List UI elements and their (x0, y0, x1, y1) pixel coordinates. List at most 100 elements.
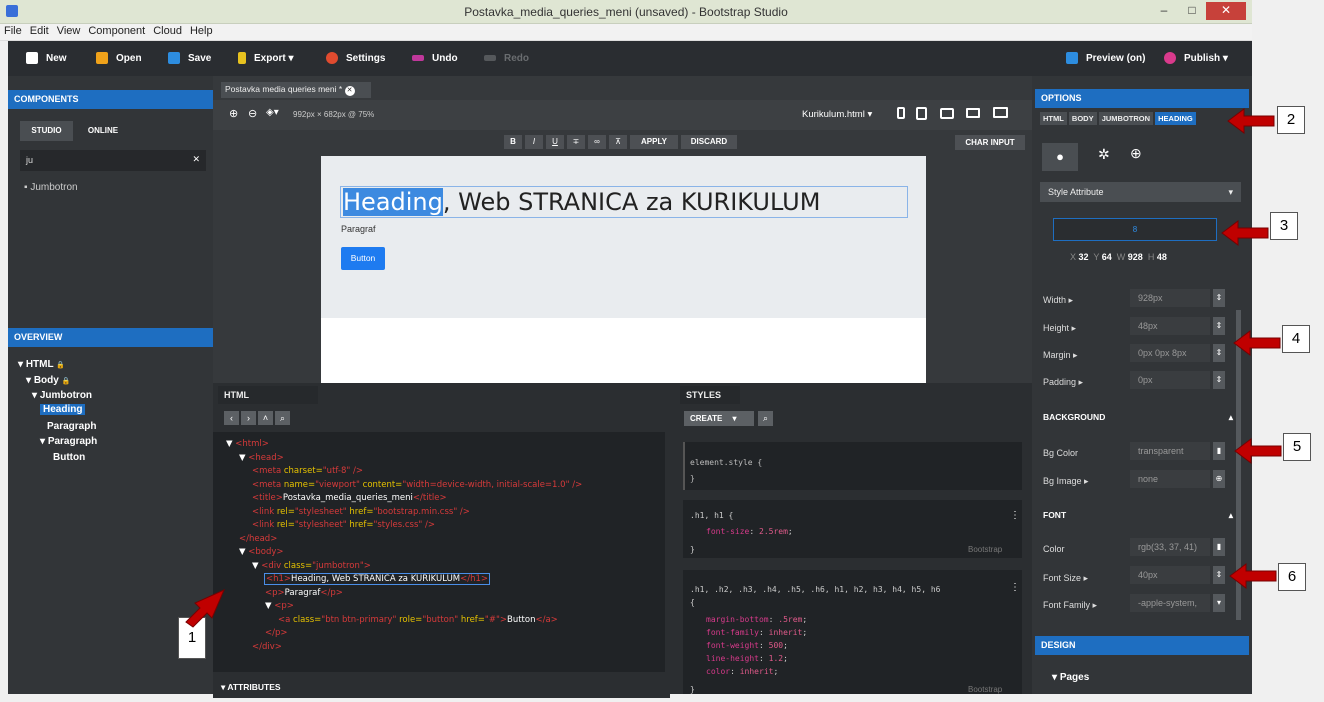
device-phone-landscape-icon[interactable] (916, 107, 927, 120)
breadcrumb-html[interactable]: HTML (1040, 112, 1067, 125)
margin-field[interactable]: 0px 0px 8px (1130, 344, 1210, 362)
padding-stepper[interactable]: ⇕ (1213, 371, 1225, 389)
code-line[interactable]: </div> (252, 642, 282, 652)
minimize-button[interactable]: – (1150, 2, 1178, 20)
device-desktop-icon[interactable] (993, 107, 1008, 118)
editor-tab[interactable]: Postavka media queries meni * ✕ (221, 82, 371, 98)
discard-button[interactable]: DISCARD (681, 135, 737, 149)
gear-icon[interactable]: ✲ (1098, 146, 1110, 163)
width-stepper[interactable]: ⇕ (1213, 289, 1225, 307)
padding-field[interactable]: 0px (1130, 371, 1210, 389)
styles-search-icon[interactable]: ⌕ (758, 411, 773, 426)
export-button[interactable]: Export ▾ (238, 41, 293, 76)
jumbotron-preview[interactable] (321, 156, 926, 318)
tree-item-html[interactable]: ▾ HTML 🔒 (18, 359, 65, 370)
menu-view[interactable]: View (53, 24, 85, 38)
code-line[interactable]: ▼ <html> (226, 439, 269, 449)
breadcrumb-jumbotron[interactable]: JUMBOTRON (1098, 112, 1154, 125)
char-input-button[interactable]: CHAR INPUT (955, 135, 1025, 150)
code-line[interactable]: <p>Paragraf</p> (265, 588, 343, 598)
publish-button[interactable]: Publish ▾ (1164, 41, 1228, 76)
code-line[interactable]: ▼ <body> (239, 547, 284, 557)
menu-cloud[interactable]: Cloud (149, 24, 186, 38)
device-laptop-icon[interactable] (966, 108, 980, 118)
font-color-field[interactable]: rgb(33, 37, 41) (1130, 538, 1210, 556)
background-section-header[interactable]: BACKGROUND ▴ (1043, 412, 1233, 422)
tree-item-paragraph-2[interactable]: ▾ Paragraph (40, 436, 97, 447)
zoom-out-icon[interactable]: ⊖ (248, 107, 257, 120)
device-tablet-icon[interactable] (940, 108, 954, 119)
palette-tab[interactable]: ● (1042, 143, 1078, 171)
margin-stepper[interactable]: ⇕ (1213, 344, 1225, 362)
maximize-button[interactable]: □ (1178, 2, 1206, 20)
new-button[interactable]: New (26, 41, 67, 76)
settings-button[interactable]: Settings (326, 41, 385, 76)
font-section-header[interactable]: FONT ▴ (1043, 510, 1233, 520)
style-attribute-select[interactable]: Style Attribute ▾ (1040, 182, 1241, 202)
heading-preview[interactable]: Heading, Web STRANICA za KURIKULUM (340, 186, 908, 218)
close-tab-icon[interactable]: ✕ (344, 86, 355, 96)
zoom-in-icon[interactable]: ⊕ (229, 107, 238, 120)
html-nav-back[interactable]: ‹ (224, 411, 239, 425)
rule-menu-icon[interactable]: ⋮ (1010, 582, 1020, 593)
rule-menu-icon[interactable]: ⋮ (1010, 510, 1020, 521)
tree-item-heading[interactable]: Heading (40, 404, 86, 415)
code-line[interactable]: <a class="btn btn-primary" role="button"… (278, 615, 558, 625)
paragraph-preview[interactable]: Paragraf (341, 224, 376, 234)
close-button[interactable]: ✕ (1206, 2, 1246, 20)
add-image-icon[interactable]: ⊕ (1213, 470, 1225, 488)
code-line[interactable]: ▼ <div class="jumbotron"> (252, 561, 371, 571)
html-nav-up[interactable]: ˄ (258, 411, 273, 425)
clear-search-icon[interactable]: ✕ (192, 154, 200, 165)
apply-button[interactable]: APPLY (630, 135, 678, 149)
tree-item-jumbotron[interactable]: ▾ Jumbotron (32, 390, 92, 401)
box-model[interactable]: 8 (1053, 218, 1217, 241)
tree-item-button[interactable]: Button (53, 452, 85, 463)
bg-color-swatch[interactable]: ▮ (1213, 442, 1225, 460)
redo-button[interactable]: Redo (484, 41, 529, 76)
italic-button[interactable]: I (525, 135, 543, 149)
font-family-dropdown[interactable]: ▾ (1213, 594, 1225, 612)
code-line[interactable]: </head> (239, 534, 277, 544)
link-button[interactable]: ∞ (588, 135, 606, 149)
save-button[interactable]: Save (168, 41, 211, 76)
code-line[interactable]: <title>Postavka_media_queries_meni</titl… (252, 493, 447, 503)
code-line[interactable]: <meta name="viewport" content="width=dev… (252, 480, 582, 490)
menu-component[interactable]: Component (84, 24, 149, 38)
code-line[interactable]: <link rel="stylesheet" href="styles.css"… (252, 520, 435, 530)
html-search-icon[interactable]: ⌕ (275, 411, 290, 425)
font-size-field[interactable]: 40px (1130, 566, 1210, 584)
code-line[interactable]: ▼ <p> (265, 601, 294, 611)
component-result[interactable]: ▪ Jumbotron (24, 182, 78, 193)
font-size-stepper[interactable]: ⇕ (1213, 566, 1225, 584)
strike-button[interactable]: ∓ (567, 135, 585, 149)
html-nav-forward[interactable]: › (241, 411, 256, 425)
bg-color-field[interactable]: transparent (1130, 442, 1210, 460)
pages-item[interactable]: ▾ Pages (1052, 672, 1089, 683)
clear-format-button[interactable]: ⊼ (609, 135, 627, 149)
open-button[interactable]: Open (96, 41, 142, 76)
page-select[interactable]: Kurikulum.html ▾ (802, 109, 872, 120)
bg-image-field[interactable]: none (1130, 470, 1210, 488)
font-color-swatch[interactable]: ▮ (1213, 538, 1225, 556)
button-preview[interactable]: Button (341, 247, 385, 270)
underline-button[interactable]: U (546, 135, 564, 149)
layers-icon[interactable]: ◈▾ (266, 107, 279, 118)
device-phone-icon[interactable] (897, 107, 905, 119)
menu-edit[interactable]: Edit (26, 24, 53, 38)
bold-button[interactable]: B (504, 135, 522, 149)
code-line[interactable]: <link rel="stylesheet" href="bootstrap.m… (252, 507, 470, 517)
plus-circle-icon[interactable]: ⊕ (1130, 145, 1142, 162)
tree-item-body[interactable]: ▾ Body 🔒 (26, 375, 70, 386)
tab-online[interactable]: ONLINE (78, 121, 128, 141)
code-line[interactable]: </p> (265, 628, 288, 638)
font-family-field[interactable]: -apple-system, (1130, 594, 1210, 612)
breadcrumb-body[interactable]: BODY (1068, 112, 1097, 125)
height-field[interactable]: 48px (1130, 317, 1210, 335)
menu-file[interactable]: File (0, 24, 26, 38)
undo-button[interactable]: Undo (412, 41, 458, 76)
height-stepper[interactable]: ⇕ (1213, 317, 1225, 335)
menu-help[interactable]: Help (186, 24, 217, 38)
tree-item-paragraph[interactable]: Paragraph (47, 421, 96, 432)
code-line[interactable]: <h1>Heading, Web STRANICA za KURIKULUM</… (263, 573, 491, 585)
